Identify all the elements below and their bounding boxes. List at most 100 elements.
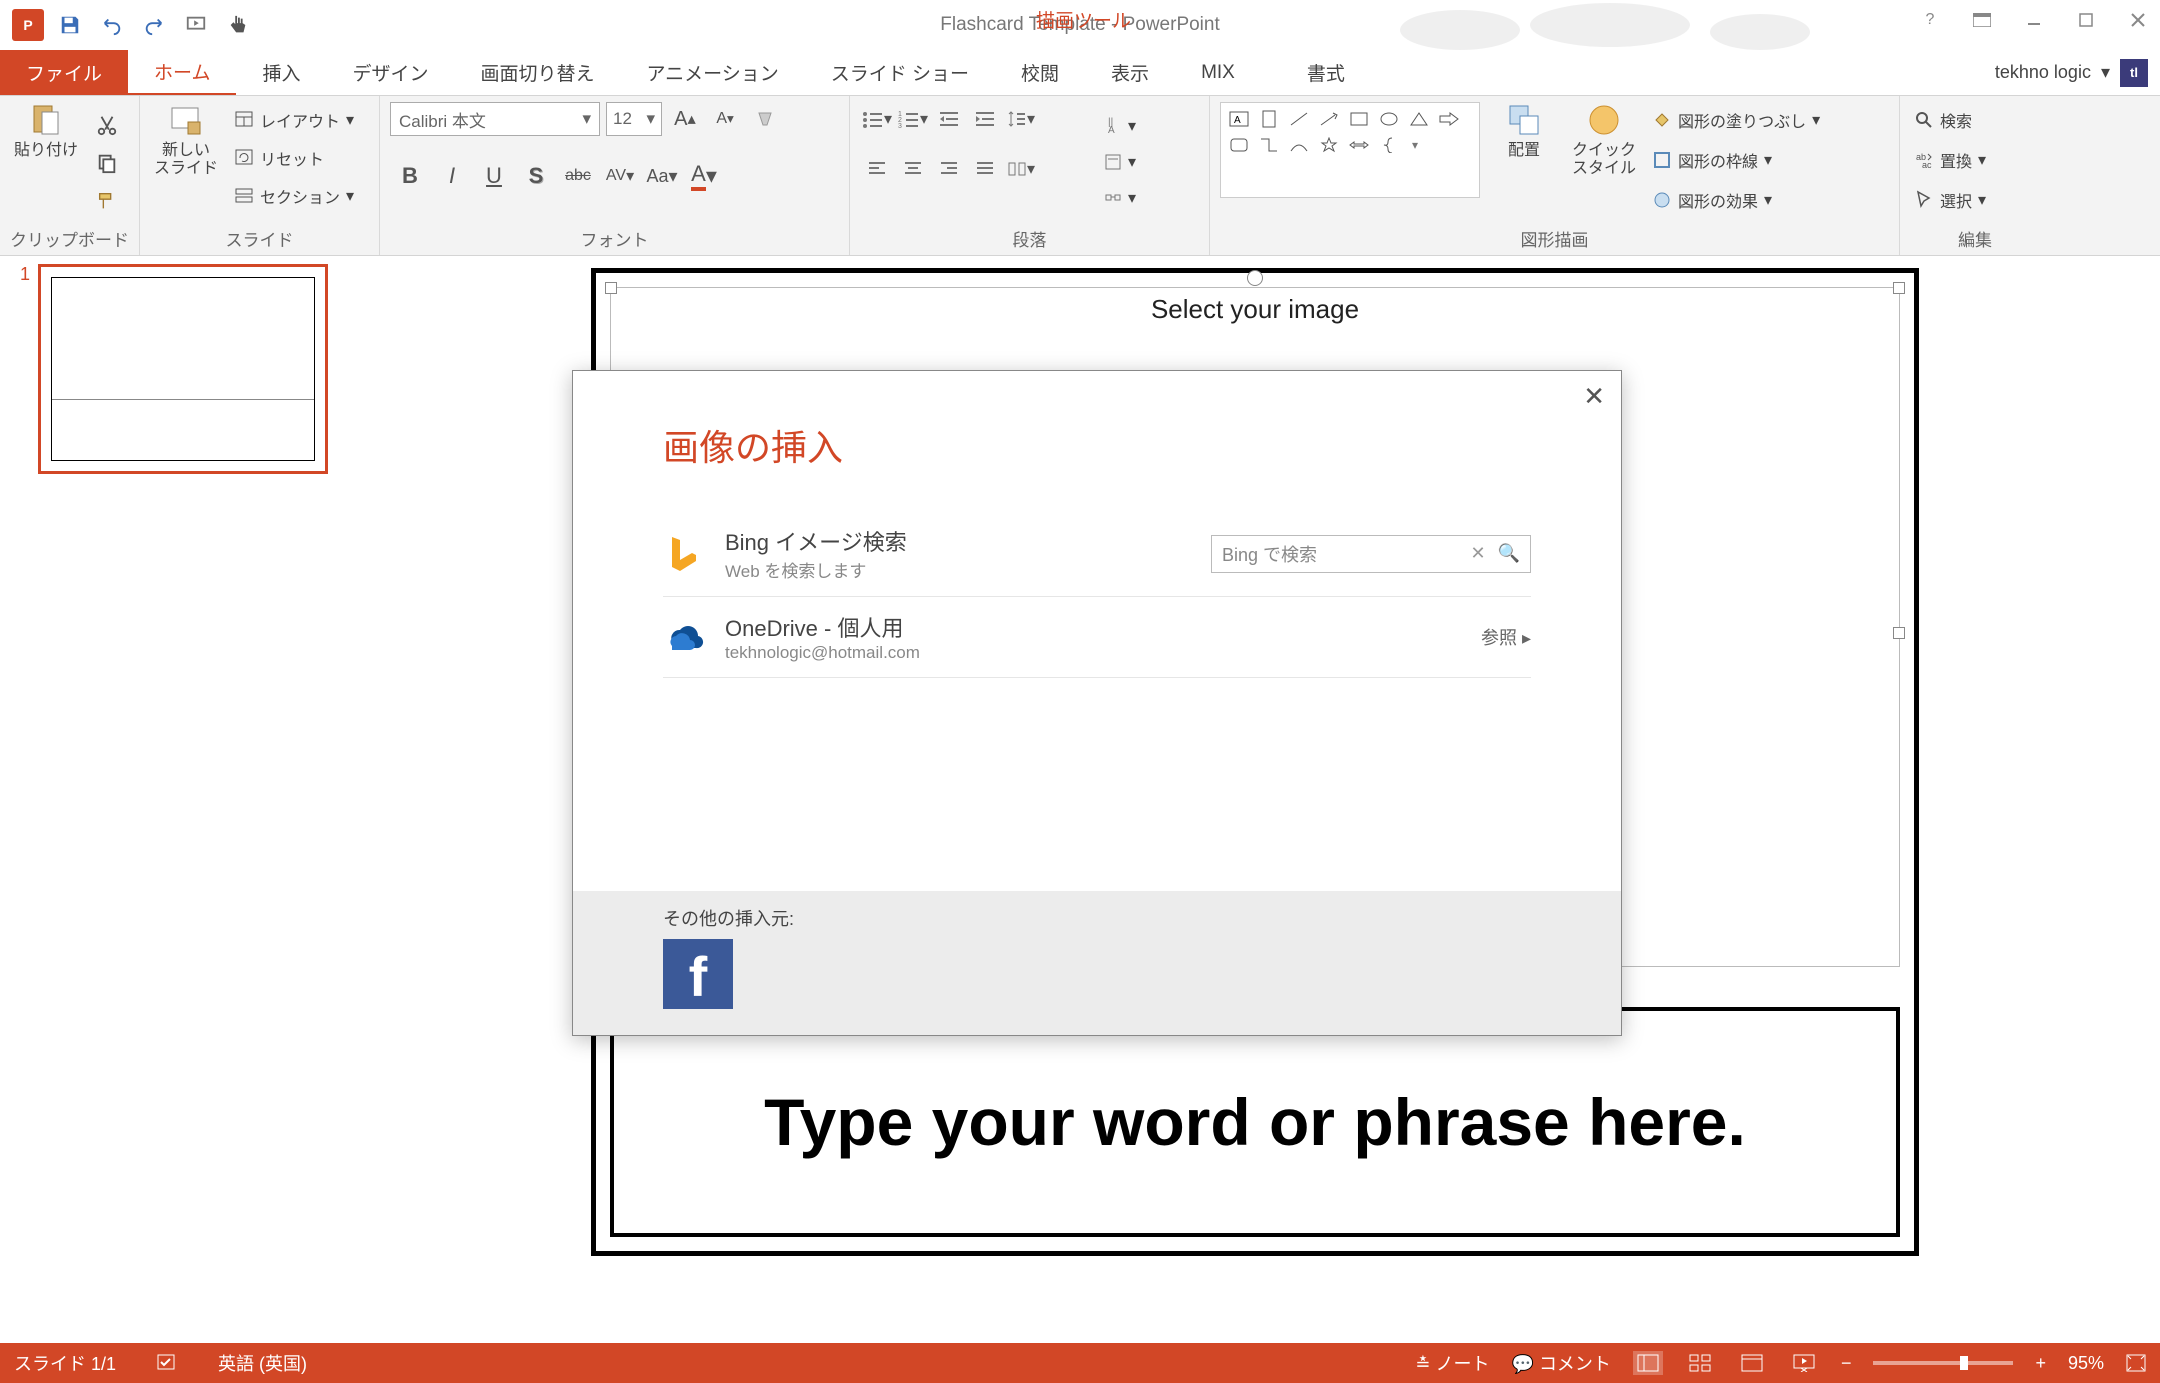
shapes-more-icon[interactable]: ▾ (1405, 133, 1425, 157)
paste-button[interactable]: 貼り付け (10, 102, 82, 160)
bing-search-input[interactable]: Bing で検索 ✕🔍 (1211, 535, 1531, 573)
font-name-combo[interactable]: Calibri 本文▾ (390, 102, 600, 136)
normal-view-button[interactable] (1633, 1351, 1663, 1375)
new-slide-button[interactable]: 新しい スライド (150, 102, 222, 177)
italic-button[interactable]: I (432, 158, 472, 194)
save-button[interactable] (50, 5, 90, 45)
shape-textbox-icon[interactable]: A (1225, 107, 1253, 131)
cut-button[interactable] (90, 108, 124, 142)
tab-slideshow[interactable]: スライド ショー (805, 50, 995, 95)
spell-check-icon[interactable] (156, 1353, 178, 1373)
columns-button[interactable]: ▾ (1004, 152, 1038, 186)
copy-button[interactable] (90, 146, 124, 180)
facebook-button[interactable]: f (663, 939, 733, 1009)
resize-handle-e[interactable] (1893, 627, 1905, 639)
character-spacing-button[interactable]: AV▾ (600, 158, 640, 194)
shape-fill-button[interactable]: 図形の塗りつぶし ▾ (1648, 106, 1824, 134)
smartart-button[interactable]: ▾ (1100, 186, 1140, 210)
ribbon-display-options-button[interactable] (1970, 8, 1994, 32)
shape-connector-icon[interactable] (1255, 133, 1283, 157)
shape-darrow-icon[interactable] (1345, 133, 1373, 157)
shape-effects-button[interactable]: 図形の効果 ▾ (1648, 186, 1824, 214)
tab-review[interactable]: 校閲 (995, 50, 1085, 95)
reading-view-button[interactable] (1737, 1351, 1767, 1375)
text-direction-button[interactable]: ||A▾ (1100, 114, 1140, 138)
tab-design[interactable]: デザイン (326, 50, 454, 95)
increase-font-button[interactable]: A▴ (668, 102, 702, 136)
align-center-button[interactable] (896, 152, 930, 186)
slide-thumbnail-1[interactable] (38, 264, 328, 474)
change-case-button[interactable]: Aa▾ (642, 158, 682, 194)
resize-handle-ne[interactable] (1893, 282, 1905, 294)
search-icon[interactable]: 🔍 (1498, 543, 1520, 564)
tab-transitions[interactable]: 画面切り替え (454, 50, 620, 95)
zoom-slider[interactable] (1873, 1361, 2013, 1365)
text-placeholder[interactable]: Type your word or phrase here. (610, 1007, 1900, 1237)
section-button[interactable]: セクション ▾ (230, 182, 358, 210)
slide-sorter-view-button[interactable] (1685, 1351, 1715, 1375)
help-button[interactable]: ? (1918, 8, 1942, 32)
align-text-button[interactable]: ▾ (1100, 150, 1140, 174)
format-painter-button[interactable] (90, 184, 124, 218)
shape-arrow-icon[interactable] (1315, 107, 1343, 131)
shape-triangle-icon[interactable] (1405, 107, 1433, 131)
shape-outline-button[interactable]: 図形の枠線 ▾ (1648, 146, 1824, 174)
shapes-gallery[interactable]: A ▾ (1220, 102, 1480, 198)
bing-search-row[interactable]: Bing イメージ検索 Web を検索します Bing で検索 ✕🔍 (663, 511, 1531, 597)
redo-button[interactable] (134, 5, 174, 45)
onedrive-row[interactable]: OneDrive - 個人用 tekhnologic@hotmail.com 参… (663, 597, 1531, 678)
decrease-font-button[interactable]: A▾ (708, 102, 742, 136)
maximize-button[interactable] (2074, 8, 2098, 32)
zoom-in-button[interactable]: + (2035, 1353, 2046, 1374)
underline-button[interactable]: U (474, 158, 514, 194)
rotation-handle[interactable] (1247, 270, 1263, 286)
replace-button[interactable]: abac置換 ▾ (1910, 146, 1990, 174)
quick-styles-button[interactable]: クイック スタイル (1568, 102, 1640, 177)
align-left-button[interactable] (860, 152, 894, 186)
reset-button[interactable]: リセット (230, 144, 358, 172)
shape-brace-icon[interactable] (1375, 133, 1403, 157)
shape-vtextbox-icon[interactable] (1255, 107, 1283, 131)
shape-oval-icon[interactable] (1375, 107, 1403, 131)
find-button[interactable]: 検索 (1910, 106, 1990, 134)
numbering-button[interactable]: 123▾ (896, 102, 930, 136)
arrange-button[interactable]: 配置 (1488, 102, 1560, 160)
slide-counter[interactable]: スライド 1/1 (14, 1350, 116, 1376)
undo-button[interactable] (92, 5, 132, 45)
align-right-button[interactable] (932, 152, 966, 186)
search-clear-icon[interactable]: ✕ (1470, 543, 1485, 564)
zoom-out-button[interactable]: − (1841, 1353, 1852, 1374)
shape-roundrect-icon[interactable] (1225, 133, 1253, 157)
font-color-button[interactable]: A▾ (684, 158, 724, 194)
tab-file[interactable]: ファイル (0, 50, 128, 95)
bullets-button[interactable]: ▾ (860, 102, 894, 136)
zoom-level[interactable]: 95% (2068, 1353, 2104, 1374)
notes-button[interactable]: ≛ ノート (1415, 1350, 1489, 1376)
layout-button[interactable]: レイアウト ▾ (230, 106, 358, 134)
line-spacing-button[interactable]: ▾ (1004, 102, 1038, 136)
text-shadow-button[interactable]: S (516, 158, 556, 194)
language-indicator[interactable]: 英語 (英国) (218, 1350, 307, 1376)
fit-to-window-button[interactable] (2126, 1354, 2146, 1372)
start-from-beginning-button[interactable] (176, 5, 216, 45)
tab-view[interactable]: 表示 (1085, 50, 1175, 95)
comments-button[interactable]: 💬 コメント (1512, 1350, 1611, 1376)
tab-home[interactable]: ホーム (128, 50, 236, 95)
tab-mix[interactable]: MIX (1175, 50, 1261, 95)
shape-star-icon[interactable] (1315, 133, 1343, 157)
tab-animations[interactable]: アニメーション (621, 50, 805, 95)
select-button[interactable]: 選択 ▾ (1910, 186, 1990, 214)
user-account[interactable]: tekhno logic▾ tl (1995, 50, 2160, 95)
increase-indent-button[interactable] (968, 102, 1002, 136)
shape-rarrow-icon[interactable] (1435, 107, 1463, 131)
font-size-combo[interactable]: 12▾ (606, 102, 662, 136)
shape-curve-icon[interactable] (1285, 133, 1313, 157)
bold-button[interactable]: B (390, 158, 430, 194)
shape-rect-icon[interactable] (1345, 107, 1373, 131)
dialog-close-button[interactable]: ✕ (1583, 381, 1605, 412)
strikethrough-button[interactable]: abc (558, 158, 598, 194)
clear-formatting-button[interactable] (748, 102, 782, 136)
slideshow-view-button[interactable] (1789, 1351, 1819, 1375)
tab-format[interactable]: 書式 (1281, 50, 1371, 95)
tab-insert[interactable]: 挿入 (236, 50, 326, 95)
